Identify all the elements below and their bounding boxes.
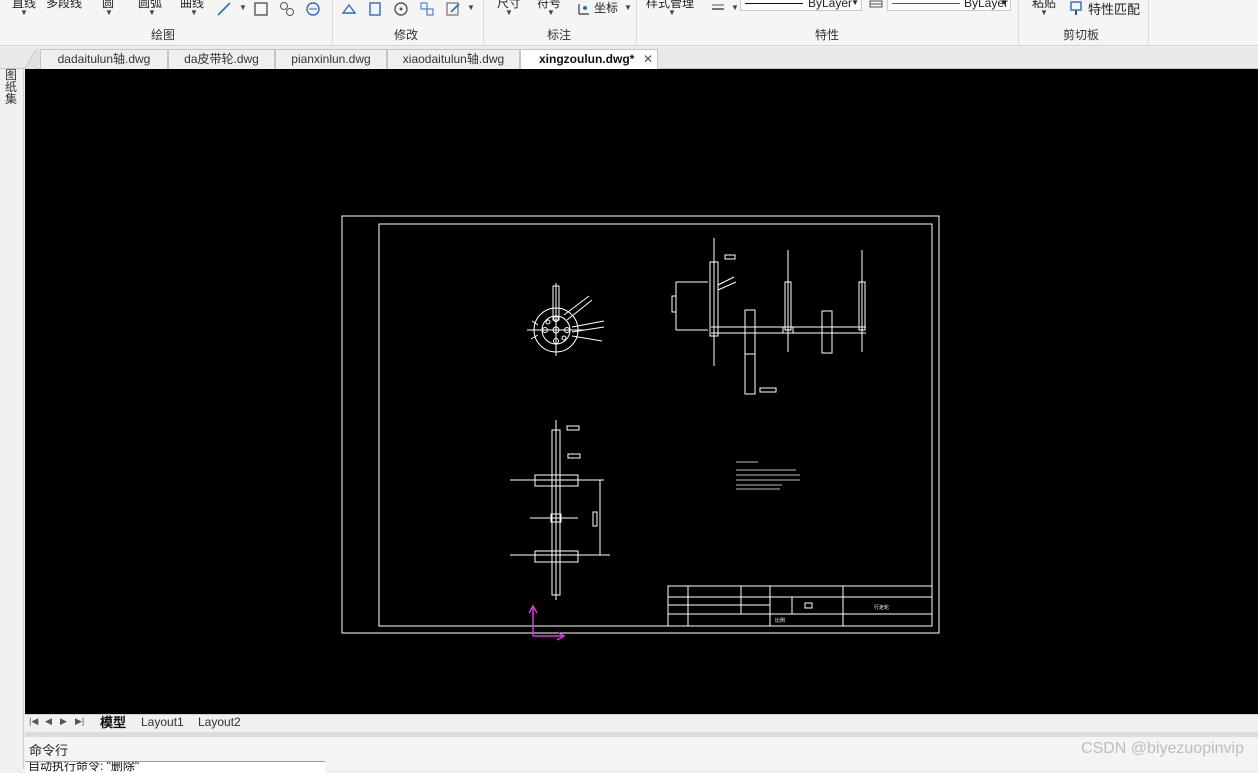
panel-divider xyxy=(1148,0,1149,44)
drawing-canvas[interactable]: 比例 行走轮 xyxy=(25,69,1258,714)
last-layout-icon[interactable]: ▶| xyxy=(75,716,84,727)
next-layout-icon[interactable]: ▶ xyxy=(60,716,67,727)
tab-label: dadaitulun轴.dwg xyxy=(57,52,151,66)
tab-layout1[interactable]: Layout1 xyxy=(138,715,187,731)
chevron-down-icon[interactable]: ▼ xyxy=(505,8,513,17)
copy-icon[interactable] xyxy=(366,0,384,18)
layout-tabs-bar: |◀ ◀ ▶ ▶| 模型 Layout1 Layout2 xyxy=(25,714,1258,731)
tab-xingzoulun[interactable]: xingzoulun.dwg* ✕ xyxy=(520,49,658,69)
first-layout-icon[interactable]: |◀ xyxy=(29,716,38,727)
tab-label: pianxinlun.dwg xyxy=(291,52,371,66)
chevron-down-icon: ▼ xyxy=(851,0,859,7)
title-block xyxy=(667,585,933,627)
panel-divider xyxy=(636,0,637,44)
panel-label-modify: 修改 xyxy=(394,28,419,42)
rectangle-icon[interactable] xyxy=(252,0,270,18)
panel-label-clipboard: 剪切板 xyxy=(1063,28,1100,42)
array-icon[interactable] xyxy=(418,0,436,18)
tab-label: xingzoulun.dwg* xyxy=(539,52,635,66)
close-icon[interactable]: ✕ xyxy=(643,50,653,68)
panel-label-draw: 绘图 xyxy=(151,28,176,42)
technical-notes xyxy=(736,461,800,490)
color-preview xyxy=(892,3,960,4)
color-dropdown[interactable]: ByLayer ▼ xyxy=(887,0,1011,11)
wheel-front-view xyxy=(527,283,605,356)
chevron-down-icon[interactable]: ▼ xyxy=(105,8,113,17)
sheet-set-palette[interactable]: 图纸集 xyxy=(0,47,24,769)
panel-divider xyxy=(332,0,333,44)
chevron-down-icon[interactable]: ▼ xyxy=(547,8,555,17)
chevron-down-icon[interactable]: ▼ xyxy=(1040,8,1048,17)
tab-xiaodaitulun-shaft[interactable]: xiaodaitulun轴.dwg xyxy=(387,49,520,69)
chevron-down-icon[interactable]: ▼ xyxy=(148,8,156,17)
chevron-down-icon: ▼ xyxy=(1000,0,1008,7)
title-name-text: 行走轮 xyxy=(874,604,889,611)
chevron-down-icon[interactable]: ▼ xyxy=(624,3,632,12)
tab-dadaitulun-shaft[interactable]: dadaitulun轴.dwg xyxy=(40,49,168,69)
ribbon: 直线 ▼ 多段线 圆 ▼ 圆弧 ▼ 曲线 ▼ ▼ 绘图 ▼ 修改 尺寸 ▼ 符号… xyxy=(0,0,1258,46)
construction-line-icon[interactable] xyxy=(215,0,233,18)
chevron-down-icon[interactable]: ▼ xyxy=(20,8,28,17)
document-tabs: dadaitulun轴.dwg da皮带轮.dwg pianxinlun.dwg… xyxy=(0,47,1258,69)
panel-divider xyxy=(483,0,484,44)
shaft-top-view xyxy=(510,420,610,600)
sheet-set-label: 图纸集 xyxy=(5,68,18,106)
drawing-svg: 比例 行走轮 xyxy=(341,215,940,641)
watermark-text: CSDN @biyezuopinvip xyxy=(1081,740,1244,757)
chevron-down-icon[interactable]: ▼ xyxy=(731,3,739,12)
title-scale-text: 比例 xyxy=(775,617,785,624)
prev-layout-icon[interactable]: ◀ xyxy=(45,716,52,727)
tab-label: xiaodaitulun轴.dwg xyxy=(402,52,505,66)
command-window[interactable]: 命令行 自动执行命令: "删除" xyxy=(25,737,1258,773)
paper-inner-border xyxy=(378,223,933,627)
paper-outer-border xyxy=(341,215,940,634)
match-properties-button[interactable]: 特性匹配 xyxy=(1088,0,1140,18)
linetype-dropdown[interactable]: ByLayer ▼ xyxy=(740,0,862,11)
chevron-down-icon[interactable]: ▼ xyxy=(239,3,247,12)
tab-label: da皮带轮.dwg xyxy=(184,52,259,66)
edit-icon[interactable] xyxy=(444,0,462,18)
color-icon[interactable] xyxy=(867,0,885,16)
tab-model[interactable]: 模型 xyxy=(97,715,129,731)
panel-label-properties: 特性 xyxy=(815,28,840,42)
lineweight-icon[interactable] xyxy=(709,0,727,18)
move-icon[interactable] xyxy=(340,0,358,18)
ucs-icon xyxy=(528,604,566,641)
polyline-tool-button[interactable]: 多段线 xyxy=(46,0,82,11)
region-icon[interactable] xyxy=(304,0,322,18)
panel-label-annotate: 标注 xyxy=(547,28,572,42)
assembly-side-view xyxy=(671,238,866,395)
hatch-icon[interactable] xyxy=(278,0,296,18)
tab-da-pulley[interactable]: da皮带轮.dwg xyxy=(168,49,275,69)
match-properties-icon[interactable] xyxy=(1068,0,1086,17)
tab-layout2[interactable]: Layout2 xyxy=(195,715,244,731)
chevron-down-icon[interactable]: ▼ xyxy=(467,3,475,12)
linetype-preview xyxy=(745,3,803,4)
command-history-line: 自动执行命令: "删除" xyxy=(25,761,325,773)
panel-divider xyxy=(1018,0,1019,44)
chevron-down-icon[interactable]: ▼ xyxy=(190,8,198,17)
command-title: 命令行 xyxy=(29,743,69,758)
rotate-icon[interactable] xyxy=(392,0,410,18)
tab-pianxinlun[interactable]: pianxinlun.dwg xyxy=(275,49,387,69)
chevron-down-icon[interactable]: ▼ xyxy=(668,8,676,17)
coordinate-icon[interactable] xyxy=(575,0,593,18)
coordinate-button[interactable]: 坐标 xyxy=(594,0,618,16)
linetype-value: ByLayer xyxy=(808,0,853,10)
